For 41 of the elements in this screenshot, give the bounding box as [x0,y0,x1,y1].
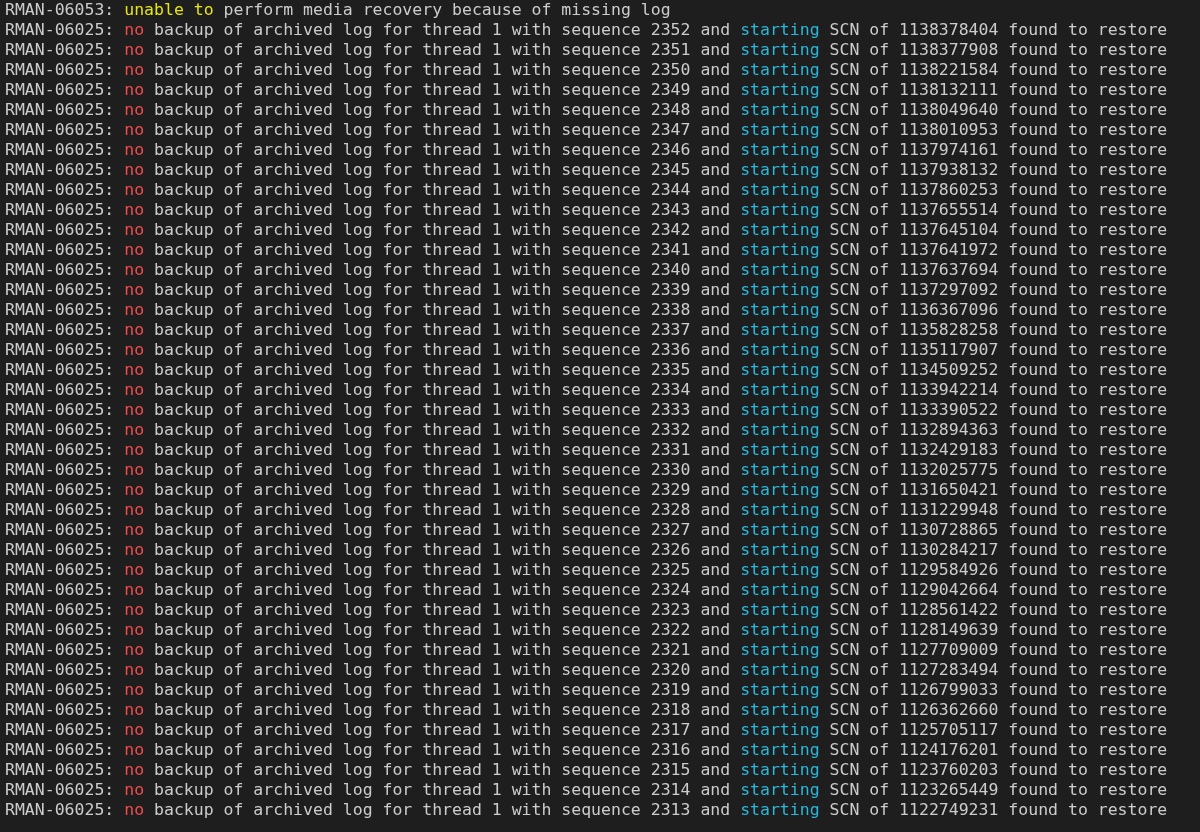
log-line: RMAN-06025: no backup of archived log for thread 1 with sequence 2351 and starting SCN of 1138377908 found to restore [5,40,1168,60]
log-line: RMAN-06025: no backup of archived log for thread 1 with sequence 2340 and starting SCN of 1137637694 found to restore [5,260,1168,280]
log-line: RMAN-06025: no backup of archived log for thread 1 with sequence 2321 and starting SCN of 1127709009 found to restore [5,640,1168,660]
log-line: RMAN-06025: no backup of archived log for thread 1 with sequence 2349 and starting SCN of 1138132111 found to restore [5,80,1168,100]
log-line: RMAN-06025: no backup of archived log for thread 1 with sequence 2335 and starting SCN of 1134509252 found to restore [5,360,1168,380]
log-line: RMAN-06025: no backup of archived log for thread 1 with sequence 2352 and starting SCN of 1138378404 found to restore [5,20,1168,40]
log-line: RMAN-06025: no backup of archived log for thread 1 with sequence 2325 and starting SCN of 1129584926 found to restore [5,560,1168,580]
log-line: RMAN-06025: no backup of archived log for thread 1 with sequence 2316 and starting SCN of 1124176201 found to restore [5,740,1168,760]
log-line: RMAN-06025: no backup of archived log for thread 1 with sequence 2337 and starting SCN of 1135828258 found to restore [5,320,1168,340]
log-line: RMAN-06025: no backup of archived log for thread 1 with sequence 2341 and starting SCN of 1137641972 found to restore [5,240,1168,260]
log-line: RMAN-06025: no backup of archived log for thread 1 with sequence 2319 and starting SCN of 1126799033 found to restore [5,680,1168,700]
log-line: RMAN-06025: no backup of archived log for thread 1 with sequence 2339 and starting SCN of 1137297092 found to restore [5,280,1168,300]
log-line: RMAN-06025: no backup of archived log for thread 1 with sequence 2327 and starting SCN of 1130728865 found to restore [5,520,1168,540]
log-line: RMAN-06025: no backup of archived log for thread 1 with sequence 2318 and starting SCN of 1126362660 found to restore [5,700,1168,720]
log-line: RMAN-06025: no backup of archived log for thread 1 with sequence 2317 and starting SCN of 1125705117 found to restore [5,720,1168,740]
log-line: RMAN-06025: no backup of archived log for thread 1 with sequence 2346 and starting SCN of 1137974161 found to restore [5,140,1168,160]
log-line: RMAN-06025: no backup of archived log for thread 1 with sequence 2336 and starting SCN of 1135117907 found to restore [5,340,1168,360]
log-line: RMAN-06025: no backup of archived log for thread 1 with sequence 2331 and starting SCN of 1132429183 found to restore [5,440,1168,460]
log-line: RMAN-06025: no backup of archived log for thread 1 with sequence 2324 and starting SCN of 1129042664 found to restore [5,580,1168,600]
log-line: RMAN-06025: no backup of archived log for thread 1 with sequence 2328 and starting SCN of 1131229948 found to restore [5,500,1168,520]
log-line: RMAN-06025: no backup of archived log for thread 1 with sequence 2344 and starting SCN of 1137860253 found to restore [5,180,1168,200]
log-line: RMAN-06025: no backup of archived log for thread 1 with sequence 2313 and starting SCN of 1122749231 found to restore [5,800,1168,820]
log-line: RMAN-06025: no backup of archived log for thread 1 with sequence 2314 and starting SCN of 1123265449 found to restore [5,780,1168,800]
log-line: RMAN-06025: no backup of archived log for thread 1 with sequence 2342 and starting SCN of 1137645104 found to restore [5,220,1168,240]
log-line: RMAN-06025: no backup of archived log for thread 1 with sequence 2333 and starting SCN of 1133390522 found to restore [5,400,1168,420]
log-line: RMAN-06025: no backup of archived log for thread 1 with sequence 2323 and starting SCN of 1128561422 found to restore [5,600,1168,620]
log-line: RMAN-06025: no backup of archived log for thread 1 with sequence 2332 and starting SCN of 1132894363 found to restore [5,420,1168,440]
log-line: RMAN-06053: unable to perform media recovery because of missing log [5,0,671,20]
log-line: RMAN-06025: no backup of archived log for thread 1 with sequence 2322 and starting SCN of 1128149639 found to restore [5,620,1168,640]
log-line: RMAN-06025: no backup of archived log for thread 1 with sequence 2329 and starting SCN of 1131650421 found to restore [5,480,1168,500]
log-line: RMAN-06025: no backup of archived log for thread 1 with sequence 2345 and starting SCN of 1137938132 found to restore [5,160,1168,180]
log-line: RMAN-06025: no backup of archived log for thread 1 with sequence 2338 and starting SCN of 1136367096 found to restore [5,300,1168,320]
log-line: RMAN-06025: no backup of archived log for thread 1 with sequence 2347 and starting SCN of 1138010953 found to restore [5,120,1168,140]
log-line: RMAN-06025: no backup of archived log for thread 1 with sequence 2334 and starting SCN of 1133942214 found to restore [5,380,1168,400]
log-line: RMAN-06025: no backup of archived log for thread 1 with sequence 2348 and starting SCN of 1138049640 found to restore [5,100,1168,120]
log-line: RMAN-06025: no backup of archived log for thread 1 with sequence 2320 and starting SCN of 1127283494 found to restore [5,660,1168,680]
log-line: RMAN-06025: no backup of archived log for thread 1 with sequence 2326 and starting SCN of 1130284217 found to restore [5,540,1168,560]
log-line: RMAN-06025: no backup of archived log for thread 1 with sequence 2350 and starting SCN of 1138221584 found to restore [5,60,1168,80]
log-line: RMAN-06025: no backup of archived log for thread 1 with sequence 2315 and starting SCN of 1123760203 found to restore [5,760,1168,780]
log-line: RMAN-06025: no backup of archived log for thread 1 with sequence 2343 and starting SCN of 1137655514 found to restore [5,200,1168,220]
log-line: RMAN-06025: no backup of archived log for thread 1 with sequence 2330 and starting SCN of 1132025775 found to restore [5,460,1168,480]
